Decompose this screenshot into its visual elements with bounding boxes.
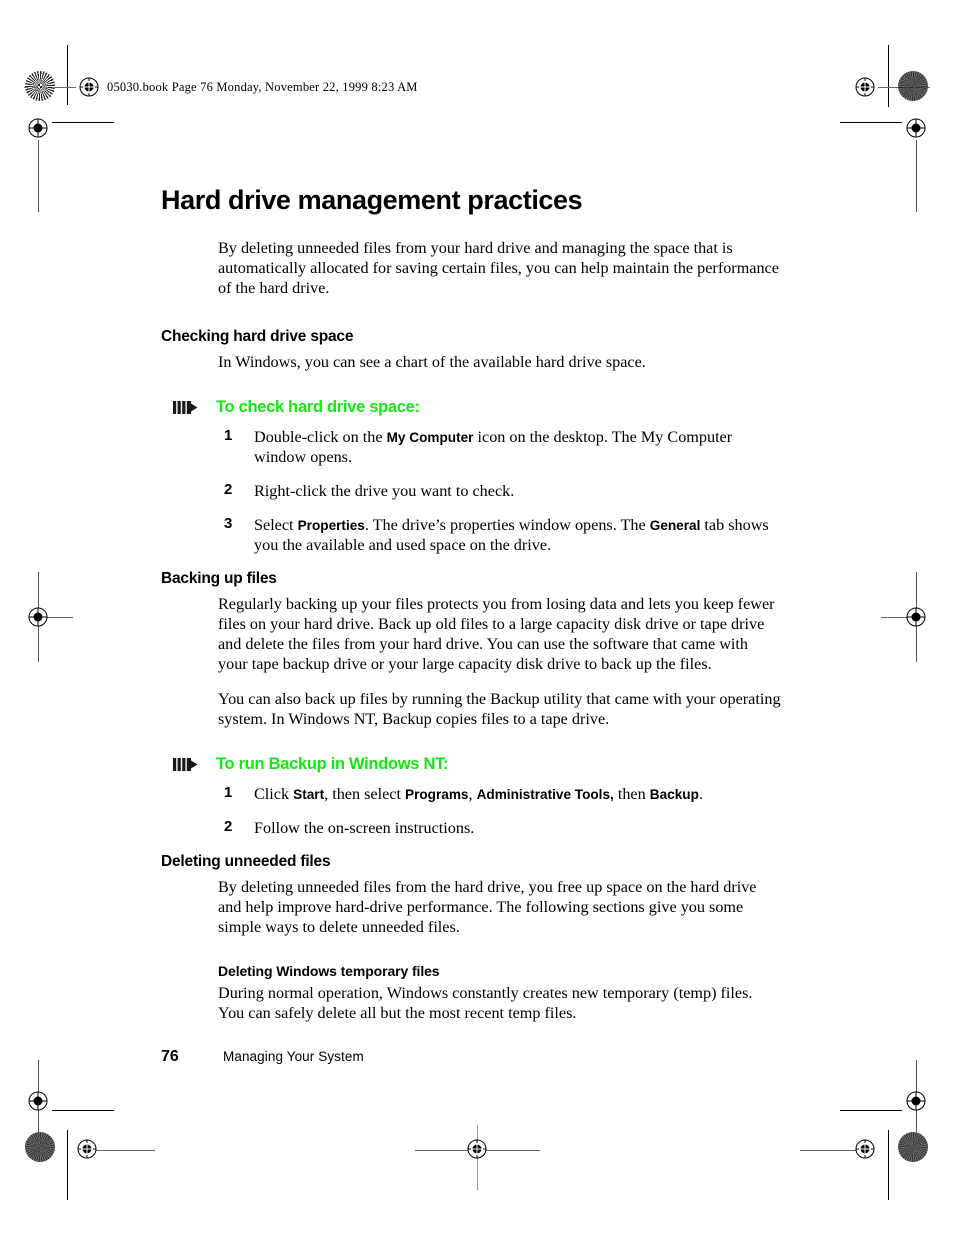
- star-target-bottom-left: [25, 1132, 55, 1162]
- trim-rule-center-bottom: [477, 1125, 478, 1190]
- trim-rule-h-right-foot: [800, 1150, 860, 1151]
- star-target-top-right: [898, 71, 928, 101]
- star-target-bottom-right: [898, 1132, 928, 1162]
- registration-target-right-upper: [903, 115, 929, 141]
- section-body-deleting: By deleting unneeded files from the hard…: [218, 877, 757, 936]
- content-column: Hard drive management practices By delet…: [161, 185, 781, 1023]
- step-text-pre: Follow the on-screen instructions.: [254, 818, 475, 837]
- bars-arrow-icon: [173, 757, 203, 772]
- registration-target-right-middle: [903, 604, 929, 630]
- section-heading-backing-up-files: Backing up files: [161, 569, 277, 587]
- ui-term: General: [649, 517, 701, 533]
- step-text-post2: ,: [468, 784, 477, 803]
- running-header: 05030.book Page 76 Monday, November 22, …: [107, 80, 418, 94]
- procedure-heading-check-hard-drive-space: To check hard drive space:: [161, 398, 781, 417]
- ui-term: Start: [293, 786, 325, 802]
- trim-rule-right-middle: [916, 140, 917, 212]
- trim-rule-h-right-head: [878, 87, 930, 88]
- document-page: 05030.book Page 76 Monday, November 22, …: [0, 0, 954, 1235]
- ui-term: My Computer: [386, 429, 474, 445]
- subsection-heading-deleting-windows-temporary-files: Deleting Windows temporary files: [218, 962, 440, 979]
- registration-target-left-lower: [25, 1088, 51, 1114]
- step-text-pre: Right-click the drive you want to check.: [254, 481, 515, 500]
- step-number: 1: [224, 426, 233, 444]
- trim-rule-h-left-upper: [52, 122, 114, 123]
- page-title: Hard drive management practices: [161, 185, 583, 215]
- intro-paragraph: By deleting unneeded files from your har…: [218, 238, 779, 297]
- ui-term: Programs: [405, 786, 469, 802]
- registration-target-bottom-center: [464, 1136, 490, 1162]
- step-number: 2: [224, 817, 233, 835]
- step-text-post3: then: [613, 784, 650, 803]
- trim-rule-h-center-bottom: [415, 1150, 540, 1151]
- procedure-label: To check hard drive space:: [216, 397, 420, 416]
- section-body-backing-up-2: You can also back up files by running th…: [218, 689, 781, 728]
- section-body-checking: In Windows, you can see a chart of the a…: [218, 352, 646, 371]
- trim-rule-h-right-upper: [840, 122, 902, 123]
- trim-rule-right-mid2: [916, 572, 917, 662]
- registration-target-bottom-left: [74, 1136, 100, 1162]
- list-item: 1 Double-click on the My Computer icon on…: [218, 427, 781, 467]
- registration-target-top-left: [76, 74, 102, 100]
- trim-rule-h-left-mid: [45, 617, 73, 618]
- ui-term: Backup: [649, 786, 699, 802]
- section-heading-checking-hard-drive-space: Checking hard drive space: [161, 327, 354, 345]
- page-number: 76: [161, 1048, 179, 1065]
- trim-rule-left-middle: [38, 140, 39, 212]
- trim-rule-left-top: [67, 45, 68, 105]
- trim-rule-h-right-mid: [881, 617, 909, 618]
- registration-target-left-middle: [25, 604, 51, 630]
- trim-rule-h-left-head: [24, 87, 76, 88]
- list-item: 1 Click Start, then select Programs, Admi…: [218, 784, 781, 804]
- step-text-pre: Select: [254, 515, 298, 534]
- ui-term: Properties: [297, 517, 365, 533]
- trim-rule-right-bottom: [916, 1060, 917, 1132]
- trim-rule-left-bottom: [38, 1060, 39, 1132]
- step-text-post: . The drive’s properties window opens. T…: [364, 515, 650, 534]
- step-text-post: , then select: [324, 784, 406, 803]
- list-item: 2 Follow the on-screen instructions.: [218, 818, 781, 838]
- list-item: 2 Right-click the drive you want to check…: [218, 481, 781, 501]
- step-text-post4: .: [698, 784, 703, 803]
- section-body-backing-up: Regularly backing up your files protects…: [218, 594, 775, 673]
- registration-target-bottom-right: [852, 1136, 878, 1162]
- book-name: Managing Your System: [223, 1049, 364, 1064]
- procedure-steps-check-hard-drive-space: 1 Double-click on the My Computer icon on…: [161, 427, 781, 555]
- page-footer: 76 Managing Your System: [161, 1048, 364, 1066]
- section-heading-deleting-unneeded-files: Deleting unneeded files: [161, 852, 331, 870]
- procedure-steps-run-backup: 1 Click Start, then select Programs, Admi…: [161, 784, 781, 838]
- trim-rule-left-mid2: [38, 572, 39, 662]
- trim-rule-h-left-lower: [52, 1110, 114, 1111]
- registration-target-right-lower: [903, 1088, 929, 1114]
- step-number: 3: [224, 514, 233, 532]
- step-number: 1: [224, 783, 233, 801]
- trim-rule-right-lower: [888, 1130, 889, 1200]
- step-text-pre: Click: [254, 784, 294, 803]
- step-text-pre: Double-click on the: [254, 427, 387, 446]
- procedure-heading-run-backup-windows-nt: To run Backup in Windows NT:: [161, 755, 781, 774]
- trim-rule-h-right-lower: [840, 1110, 902, 1111]
- bars-arrow-icon: [173, 400, 203, 415]
- procedure-label: To run Backup in Windows NT:: [216, 754, 449, 773]
- trim-rule-h-left-foot: [95, 1150, 155, 1151]
- registration-target-left-upper: [25, 115, 51, 141]
- star-target-top-left: [25, 71, 55, 101]
- trim-rule-right-top: [888, 45, 889, 107]
- subsection-body-temp-files: During normal operation, Windows constan…: [218, 983, 753, 1022]
- registration-target-top-right: [852, 74, 878, 100]
- list-item: 3 Select Properties. The drive’s properti…: [218, 515, 781, 555]
- ui-term: Administrative Tools,: [476, 786, 614, 802]
- step-number: 2: [224, 480, 233, 498]
- trim-rule-left-lower: [67, 1130, 68, 1200]
